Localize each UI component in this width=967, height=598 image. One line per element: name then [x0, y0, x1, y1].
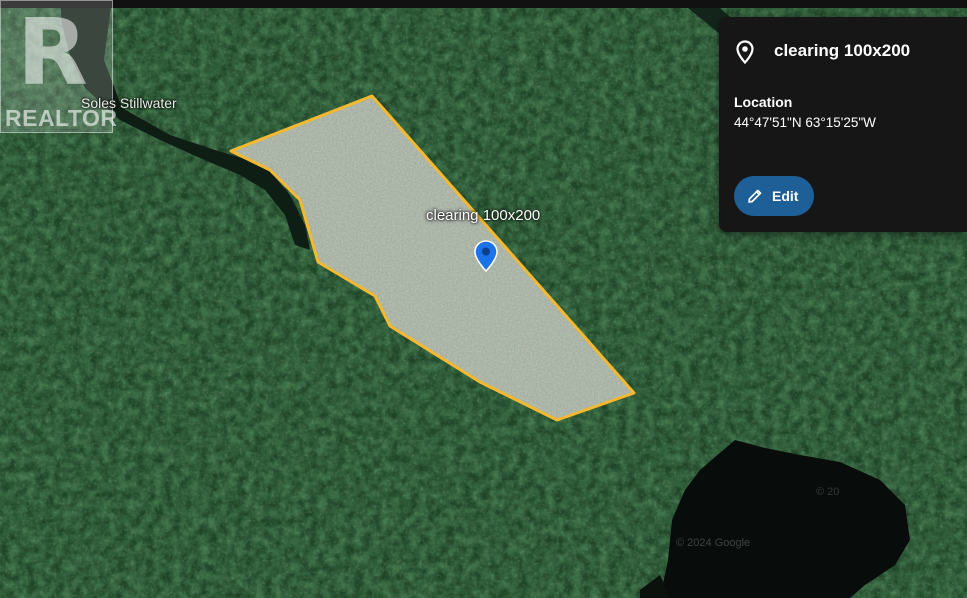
realtor-r-icon: R	[17, 0, 88, 106]
realtor-logo: R REALTOR	[0, 0, 117, 133]
edit-button[interactable]: Edit	[734, 176, 814, 216]
feature-info-panel: clearing 100x200 Location 44°47'51"N 63°…	[719, 17, 967, 232]
top-strip	[0, 0, 967, 8]
location-coordinates: 44°47'51"N 63°15'25"W	[734, 115, 876, 130]
polygon-label: clearing 100x200	[426, 207, 541, 224]
location-label: Location	[734, 94, 793, 110]
map-pin-icon[interactable]	[474, 240, 498, 272]
location-pin-outline-icon	[736, 40, 754, 64]
map-copyright-secondary: © 20	[816, 486, 840, 498]
feature-title: clearing 100x200	[774, 41, 911, 60]
edit-button-label: Edit	[772, 188, 799, 204]
place-label: Soles Stillwater	[81, 95, 177, 111]
satellite-map[interactable]: R REALTOR Soles Stillwater clearing 100x…	[0, 0, 967, 598]
map-copyright: © 2024 Google	[676, 537, 751, 549]
pencil-icon	[748, 189, 762, 203]
